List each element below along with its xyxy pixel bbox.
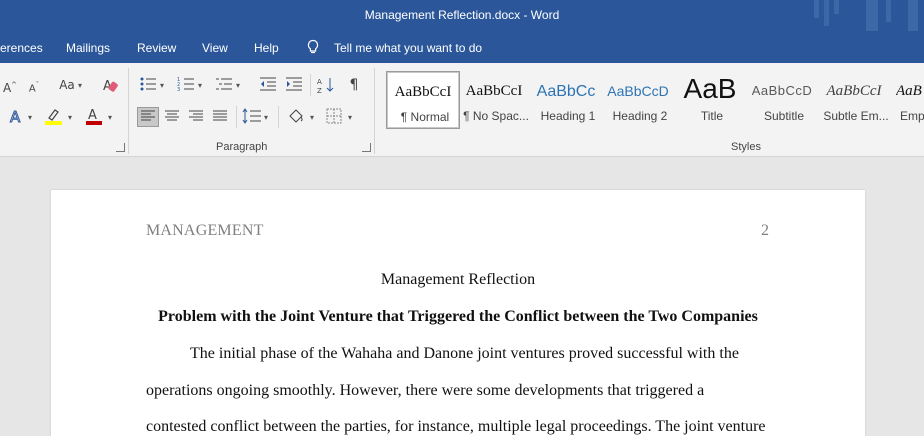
style-label: Subtitle <box>763 109 805 123</box>
separator <box>236 106 237 128</box>
title-bar-decoration <box>804 0 924 31</box>
chevron-down-icon[interactable]: ▾ <box>348 113 352 122</box>
chevron-down-icon[interactable]: ▾ <box>198 81 202 90</box>
tab-help[interactable]: Help <box>254 41 279 55</box>
style-label: Emp <box>900 109 924 123</box>
style-emphasis[interactable]: AaB Emp <box>890 71 924 127</box>
tab-view[interactable]: View <box>202 41 228 55</box>
style-label: Heading 1 <box>540 109 596 123</box>
sort-icon[interactable]: AZ <box>316 76 336 95</box>
tab-mailings[interactable]: Mailings <box>66 41 110 55</box>
chevron-down-icon[interactable]: ▾ <box>310 113 314 122</box>
multilevel-list-icon[interactable] <box>214 76 234 94</box>
svg-text:A: A <box>10 108 21 125</box>
shrink-font-icon[interactable]: Aˇ <box>24 76 44 94</box>
style-subtitle[interactable]: AaBbCcD Subtitle <box>746 71 818 127</box>
show-formatting-marks-icon[interactable]: ¶ <box>344 76 364 94</box>
style-label: Title <box>700 109 724 123</box>
chevron-down-icon[interactable]: ▾ <box>28 113 32 122</box>
paragraph-dialog-launcher-icon[interactable] <box>362 143 371 152</box>
style-subtle-emphasis[interactable]: AaBbCcI Subtle Em... <box>818 71 890 127</box>
svg-text:A: A <box>88 108 97 123</box>
style-label: ¶ Normal <box>400 110 450 124</box>
chevron-down-icon[interactable]: ▾ <box>236 81 240 90</box>
style-no-spacing[interactable]: AaBbCcI ¶ No Spac... <box>458 71 530 127</box>
section-heading: Problem with the Joint Venture that Trig… <box>158 308 758 325</box>
paragraph-group-label: Paragraph <box>216 141 268 153</box>
font-color-icon[interactable]: A <box>84 107 104 125</box>
style-sample: AaBbCcI <box>465 83 523 99</box>
separator <box>310 74 311 96</box>
chevron-down-icon[interactable]: ▾ <box>78 81 82 90</box>
grow-font-icon[interactable]: A^ <box>0 76 20 95</box>
chevron-down-icon[interactable]: ▾ <box>264 113 268 122</box>
style-sample: AaBbCcI <box>826 83 882 99</box>
text-effects-icon[interactable]: A <box>6 107 26 127</box>
line-spacing-icon[interactable] <box>242 108 262 126</box>
lightbulb-icon <box>307 39 319 54</box>
align-left-icon[interactable] <box>137 107 159 127</box>
group-divider <box>128 68 129 154</box>
shading-icon[interactable] <box>286 107 306 125</box>
decrease-indent-icon[interactable] <box>258 76 278 94</box>
font-dialog-launcher-icon[interactable] <box>116 143 125 152</box>
style-sample: AaBbCcD <box>751 83 813 98</box>
document-title: Management Reflection <box>380 271 536 288</box>
page-number: 2 <box>761 222 769 239</box>
paragraph-line: The initial phase of the Wahaha and Dano… <box>190 345 739 362</box>
group-divider <box>374 68 375 154</box>
chevron-down-icon[interactable]: ▾ <box>160 81 164 90</box>
document-page[interactable]: MANAGEMENT 2 Management Reflection Probl… <box>51 190 865 436</box>
style-label: Heading 2 <box>612 109 668 123</box>
numbering-icon[interactable]: 123 <box>176 76 196 94</box>
tab-review[interactable]: Review <box>137 41 176 55</box>
paragraph-line: contested conflict between the parties, … <box>146 418 766 435</box>
tell-me-search[interactable]: Tell me what you want to do <box>334 41 482 55</box>
paragraph-line: operations ongoing smoothly. However, th… <box>146 382 705 399</box>
svg-text:A: A <box>317 78 322 86</box>
title-bar: Management Reflection.docx - Word <box>0 0 924 31</box>
clear-formatting-icon[interactable]: A <box>100 76 120 94</box>
svg-text:Z: Z <box>317 87 322 94</box>
style-sample: AaBbCcD <box>607 83 669 99</box>
borders-icon[interactable] <box>324 107 344 125</box>
align-center-icon[interactable] <box>162 108 182 126</box>
style-heading-2[interactable]: AaBbCcD Heading 2 <box>602 71 674 127</box>
bullets-icon[interactable] <box>138 76 158 94</box>
style-sample: AaBbCcI <box>394 84 452 100</box>
styles-group-label: Styles <box>731 141 761 153</box>
chevron-down-icon[interactable]: ▾ <box>108 113 112 122</box>
align-right-icon[interactable] <box>186 108 206 126</box>
highlight-color-icon[interactable] <box>44 107 64 125</box>
tab-references[interactable]: erences <box>0 41 43 55</box>
svg-text:3: 3 <box>177 87 180 92</box>
increase-indent-icon[interactable] <box>284 76 304 94</box>
chevron-down-icon[interactable]: ▾ <box>68 113 72 122</box>
style-sample: AaB <box>896 83 922 99</box>
running-header: MANAGEMENT <box>146 222 264 239</box>
justify-icon[interactable] <box>210 108 230 126</box>
separator <box>278 106 279 128</box>
style-sample: AaBbCc <box>536 83 596 100</box>
window-title: Management Reflection.docx - Word <box>364 8 560 22</box>
style-normal[interactable]: AaBbCcI ¶ Normal <box>386 71 460 129</box>
change-case-icon[interactable]: Aa <box>54 76 80 94</box>
style-label: Subtle Em... <box>823 109 889 123</box>
style-sample: AaB <box>683 73 737 104</box>
style-label: ¶ No Spac... <box>463 109 529 123</box>
style-heading-1[interactable]: AaBbCc Heading 1 <box>530 71 602 127</box>
ribbon-tabs: erences Mailings Review View Help Tell m… <box>0 31 924 63</box>
style-title[interactable]: AaB Title <box>674 71 746 127</box>
